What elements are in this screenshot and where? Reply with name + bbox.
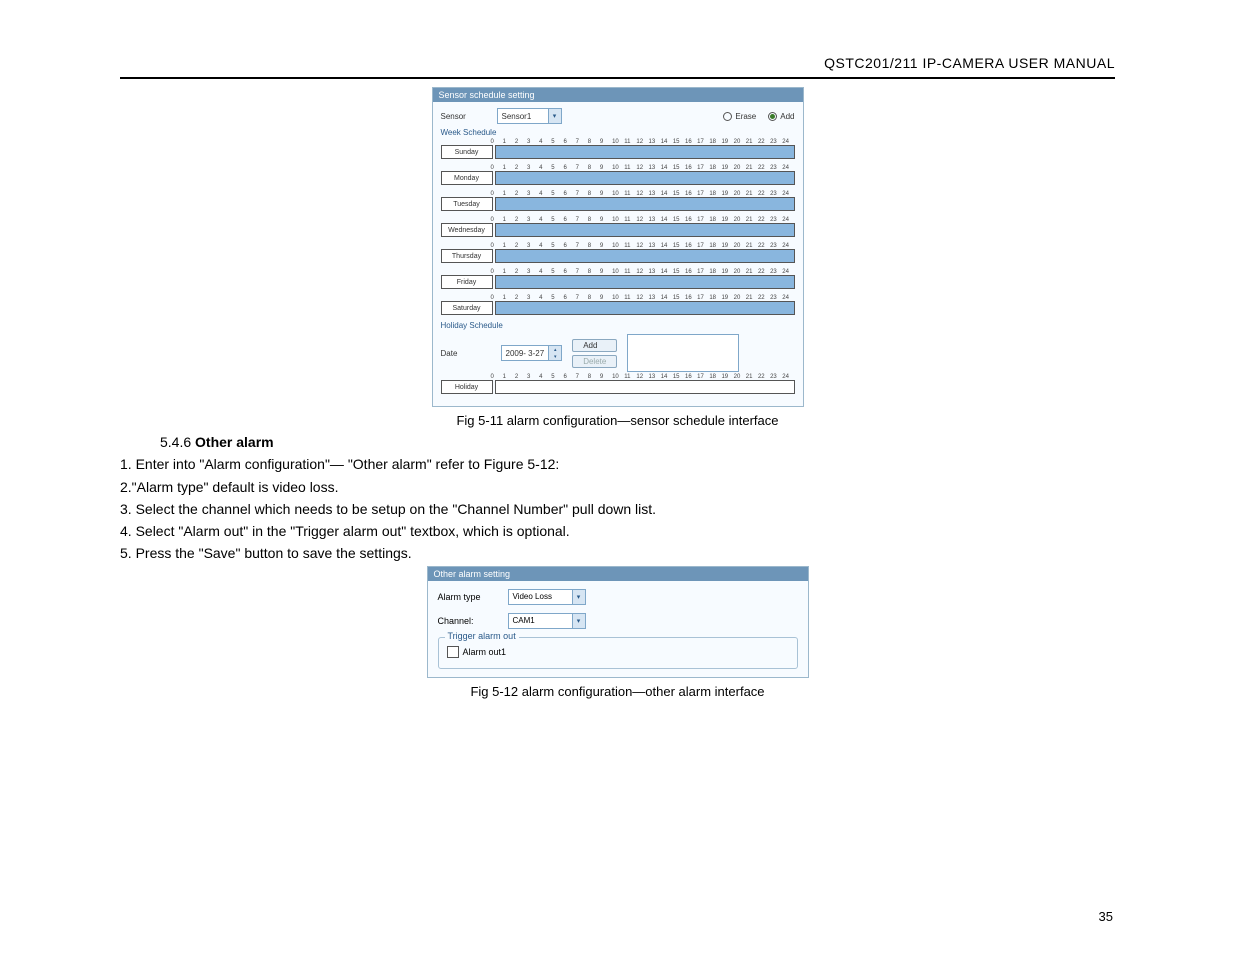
timeline-friday[interactable]	[495, 275, 795, 289]
alarm-out1-checkbox[interactable]: Alarm out1	[447, 646, 507, 658]
sensor-schedule-panel: Sensor schedule setting Sensor Sensor1 ▾…	[432, 87, 804, 407]
alarm-out1-label: Alarm out1	[463, 647, 507, 657]
trigger-alarm-out-fieldset: Trigger alarm out Alarm out1	[438, 637, 798, 669]
checkbox-icon	[447, 646, 459, 658]
timeline-saturday[interactable]	[495, 301, 795, 315]
step-4: 4. Select "Alarm out" in the "Trigger al…	[120, 521, 1115, 541]
day-label: Thursday	[441, 249, 493, 263]
step-1: 1. Enter into "Alarm configuration"— "Ot…	[120, 454, 1115, 474]
add-radio-label: Add	[780, 112, 794, 121]
timeline-holiday[interactable]	[495, 380, 795, 394]
day-label: Holiday	[441, 380, 493, 394]
step-2: 2."Alarm type" default is video loss.	[120, 477, 1115, 497]
erase-radio-label: Erase	[735, 112, 756, 121]
step-3: 3. Select the channel which needs to be …	[120, 499, 1115, 519]
add-radio[interactable]: Add	[768, 112, 794, 121]
holiday-schedule-heading: Holiday Schedule	[441, 321, 795, 330]
spinner-icon: ▴▾	[548, 346, 561, 360]
day-label: Tuesday	[441, 197, 493, 211]
day-label: Monday	[441, 171, 493, 185]
panel-title: Sensor schedule setting	[433, 88, 803, 102]
alarm-type-select[interactable]: Video Loss ▾	[508, 589, 586, 605]
radio-checked-icon	[768, 112, 777, 121]
sensor-label: Sensor	[441, 112, 491, 121]
sensor-select-value: Sensor1	[498, 112, 548, 121]
chevron-down-icon: ▾	[548, 109, 561, 123]
timeline-tuesday[interactable]	[495, 197, 795, 211]
chevron-down-icon: ▾	[572, 590, 585, 604]
timeline-thursday[interactable]	[495, 249, 795, 263]
section-title: Other alarm	[195, 434, 274, 450]
section-number: 5.4.6	[160, 434, 191, 450]
sensor-select[interactable]: Sensor1 ▾	[497, 108, 562, 124]
channel-label: Channel:	[438, 616, 508, 626]
timeline-wednesday[interactable]	[495, 223, 795, 237]
timeline-monday[interactable]	[495, 171, 795, 185]
date-value: 2009- 3-27	[502, 349, 549, 358]
alarm-type-label: Alarm type	[438, 592, 508, 602]
header-divider	[120, 77, 1115, 79]
day-label: Friday	[441, 275, 493, 289]
day-label: Wednesday	[441, 223, 493, 237]
panel2-title: Other alarm setting	[428, 567, 808, 581]
page-header: QSTC201/211 IP-CAMERA USER MANUAL	[120, 55, 1115, 71]
other-alarm-panel: Other alarm setting Alarm type Video Los…	[427, 566, 809, 678]
timeline-sunday[interactable]	[495, 145, 795, 159]
date-label: Date	[441, 349, 491, 358]
day-label: Saturday	[441, 301, 493, 315]
figure-5-11-caption: Fig 5-11 alarm configuration—sensor sche…	[456, 413, 778, 428]
week-schedule-heading: Week Schedule	[441, 128, 795, 137]
radio-icon	[723, 112, 732, 121]
channel-select[interactable]: CAM1 ▾	[508, 613, 586, 629]
holiday-add-button[interactable]: Add	[572, 339, 617, 352]
trigger-alarm-out-legend: Trigger alarm out	[445, 631, 519, 641]
alarm-type-value: Video Loss	[509, 592, 572, 601]
page-number: 35	[1099, 909, 1113, 924]
chevron-down-icon: ▾	[572, 614, 585, 628]
day-label: Sunday	[441, 145, 493, 159]
erase-radio[interactable]: Erase	[723, 112, 756, 121]
date-input[interactable]: 2009- 3-27 ▴▾	[501, 345, 563, 361]
section-5-4-6-heading: 5.4.6 Other alarm	[160, 432, 1115, 452]
step-5: 5. Press the "Save" button to save the s…	[120, 543, 1115, 563]
holiday-delete-button[interactable]: Delete	[572, 355, 617, 368]
holiday-date-list[interactable]	[627, 334, 739, 372]
figure-5-12-caption: Fig 5-12 alarm configuration—other alarm…	[470, 684, 764, 699]
channel-value: CAM1	[509, 616, 572, 625]
